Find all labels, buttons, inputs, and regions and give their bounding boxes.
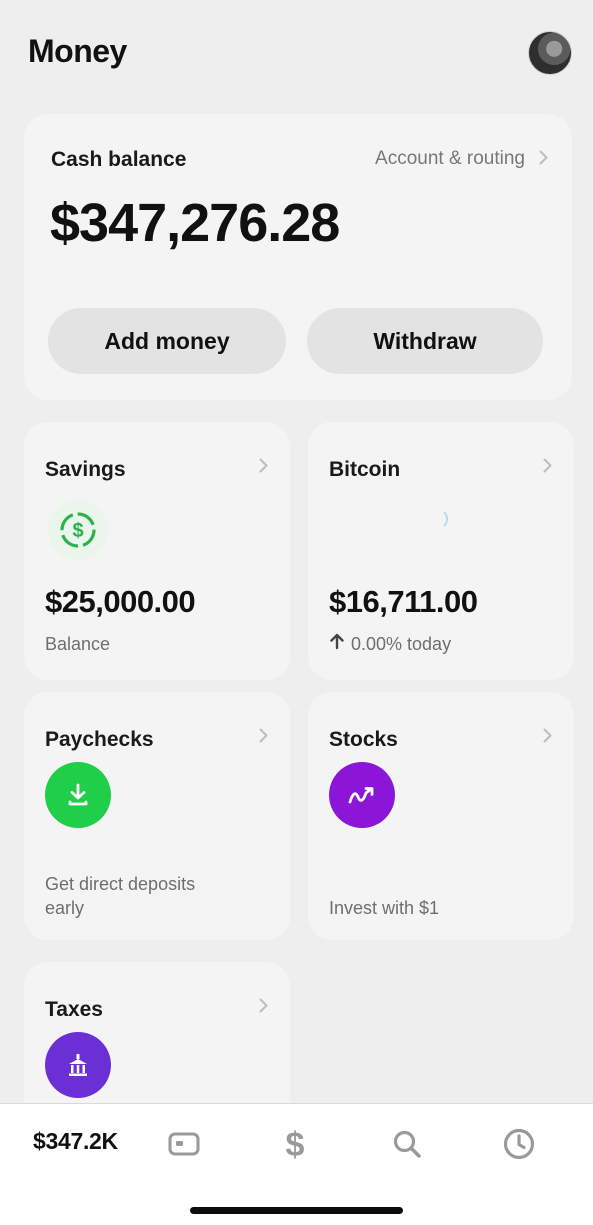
- search-icon[interactable]: [387, 1124, 427, 1164]
- bank-building-icon: [45, 1032, 111, 1098]
- tab-balance[interactable]: $347.2K: [33, 1128, 118, 1155]
- trend-up-icon: [329, 762, 395, 828]
- card-icon[interactable]: [164, 1124, 204, 1164]
- cash-balance-label: Cash balance: [51, 148, 187, 171]
- add-money-button[interactable]: Add money: [48, 308, 286, 374]
- bitcoin-change: 0.00% today: [329, 632, 451, 656]
- home-indicator[interactable]: [190, 1207, 403, 1214]
- stocks-desc: Invest with $1: [329, 898, 440, 918]
- savings-title: Savings: [45, 458, 126, 481]
- page-title: Money: [28, 33, 127, 69]
- account-routing-link[interactable]: Account & routing: [375, 148, 548, 170]
- savings-amount: $25,000.00: [45, 584, 196, 619]
- bitcoin-title: Bitcoin: [329, 458, 401, 481]
- clock-icon[interactable]: [499, 1124, 539, 1164]
- savings-tile[interactable]: Savings $ $25,000.00 Balance: [24, 422, 290, 680]
- avatar[interactable]: [528, 31, 572, 75]
- paychecks-title: Paychecks: [45, 728, 154, 751]
- bottom-tab-bar: $347.2K $: [0, 1103, 593, 1225]
- header: Money: [0, 0, 593, 110]
- bitcoin-change-text: 0.00% today: [351, 634, 452, 654]
- loading-spinner-icon: [426, 508, 448, 530]
- stocks-title: Stocks: [329, 728, 398, 751]
- account-routing-label: Account & routing: [375, 148, 525, 169]
- bitcoin-amount: $16,711.00: [329, 584, 478, 619]
- paychecks-desc-line2: early: [45, 898, 85, 918]
- withdraw-button[interactable]: Withdraw: [307, 308, 543, 374]
- chevron-right-icon: [543, 458, 552, 478]
- chevron-right-icon: [259, 458, 268, 478]
- chevron-right-icon: [259, 998, 268, 1018]
- arrow-up-icon: [329, 632, 345, 656]
- chevron-right-icon: [259, 728, 268, 748]
- money-screen: Money Cash balance Account & routing $34…: [0, 0, 593, 1225]
- taxes-title: Taxes: [45, 998, 103, 1021]
- paychecks-desc: Get direct deposits early: [45, 872, 195, 920]
- stocks-tile[interactable]: Stocks Invest with $1: [308, 692, 574, 940]
- paychecks-desc-line1: Get direct deposits: [45, 874, 196, 894]
- paychecks-tile[interactable]: Paychecks Get direct deposits early: [24, 692, 290, 940]
- dollar-circle-icon: $: [48, 500, 108, 560]
- dollar-icon[interactable]: $: [275, 1124, 315, 1164]
- download-icon: [45, 762, 111, 828]
- bitcoin-tile[interactable]: Bitcoin $16,711.00 0.00% today: [308, 422, 574, 680]
- cash-balance-card: Cash balance Account & routing $347,276.…: [24, 114, 572, 400]
- svg-text:$: $: [286, 1126, 305, 1162]
- chevron-right-icon: [543, 728, 552, 748]
- chevron-right-icon: [539, 150, 548, 168]
- savings-sub: Balance: [45, 634, 111, 654]
- cash-balance-amount: $347,276.28: [50, 193, 340, 253]
- svg-text:$: $: [72, 520, 83, 542]
